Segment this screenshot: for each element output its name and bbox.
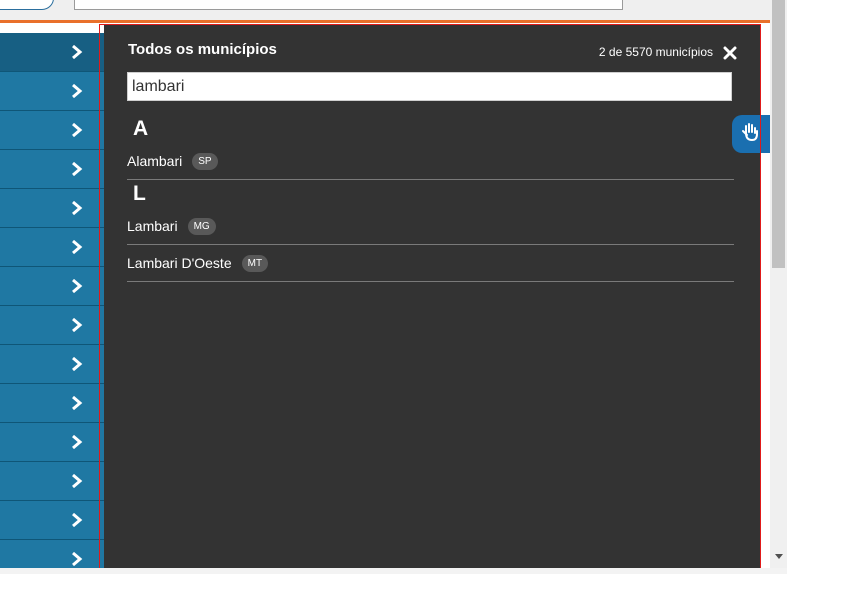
results-count: 2 de 5570 municípios — [598, 45, 713, 59]
libras-hand-icon — [740, 121, 762, 148]
chevron-right-icon — [70, 552, 84, 566]
chevron-right-icon — [70, 474, 84, 488]
group-letter: A — [133, 117, 149, 140]
results-list: A Alambari SP L Lambari MG Lambari D'Oes… — [127, 115, 734, 282]
sidebar-item[interactable] — [0, 462, 104, 501]
state-badge: SP — [192, 152, 218, 170]
group-letter: L — [133, 182, 146, 205]
chevron-right-icon — [70, 279, 84, 293]
list-item[interactable]: Lambari D'Oeste MT — [127, 245, 734, 282]
sidebar-item[interactable] — [0, 501, 104, 540]
sidebar-item[interactable] — [0, 423, 104, 462]
chevron-right-icon — [70, 240, 84, 254]
state-badge: MG — [187, 217, 216, 235]
sidebar — [0, 33, 104, 568]
sidebar-item[interactable] — [0, 384, 104, 423]
list-item[interactable]: Lambari MG — [127, 208, 734, 245]
sidebar-item[interactable] — [0, 189, 104, 228]
chevron-right-icon — [70, 84, 84, 98]
list-item[interactable]: Alambari SP — [127, 143, 734, 180]
municipality-name: Lambari — [127, 218, 178, 234]
close-icon[interactable] — [723, 46, 737, 60]
municipality-panel: Todos os municípios 2 de 5570 municípios… — [104, 25, 761, 568]
sidebar-item[interactable] — [0, 267, 104, 306]
sidebar-item[interactable] — [0, 306, 104, 345]
chevron-right-icon — [70, 201, 84, 215]
top-pill-button[interactable] — [0, 0, 54, 10]
sidebar-item[interactable] — [0, 111, 104, 150]
top-bar — [0, 0, 770, 22]
top-search-field[interactable] — [74, 0, 623, 10]
state-badge: MT — [241, 254, 269, 272]
page-scrollbar[interactable] — [770, 0, 787, 568]
letter-group: A Alambari SP — [127, 115, 734, 180]
sidebar-item[interactable] — [0, 150, 104, 189]
scroll-down-arrow-icon[interactable] — [770, 548, 787, 565]
sidebar-item[interactable] — [0, 228, 104, 267]
chevron-right-icon — [70, 318, 84, 332]
municipality-search-input[interactable] — [127, 72, 732, 101]
chevron-right-icon — [70, 396, 84, 410]
chevron-right-icon — [70, 513, 84, 527]
sidebar-item[interactable] — [0, 540, 104, 568]
letter-group: L Lambari MG Lambari D'Oeste MT — [127, 180, 734, 282]
orange-accent-line — [0, 20, 770, 23]
sidebar-item[interactable] — [0, 72, 104, 111]
chevron-right-icon — [70, 435, 84, 449]
chevron-right-icon — [70, 357, 84, 371]
panel-title: Todos os municípios — [128, 41, 277, 58]
municipality-name: Alambari — [127, 153, 183, 169]
municipality-name: Lambari D'Oeste — [127, 255, 232, 271]
bottom-strip — [0, 568, 787, 574]
libras-accessibility-button[interactable] — [732, 115, 770, 153]
chevron-right-icon — [70, 45, 84, 59]
sidebar-item[interactable] — [0, 345, 104, 384]
chevron-right-icon — [70, 123, 84, 137]
scrollbar-thumb[interactable] — [772, 0, 785, 268]
chevron-right-icon — [70, 162, 84, 176]
sidebar-item[interactable] — [0, 33, 104, 72]
